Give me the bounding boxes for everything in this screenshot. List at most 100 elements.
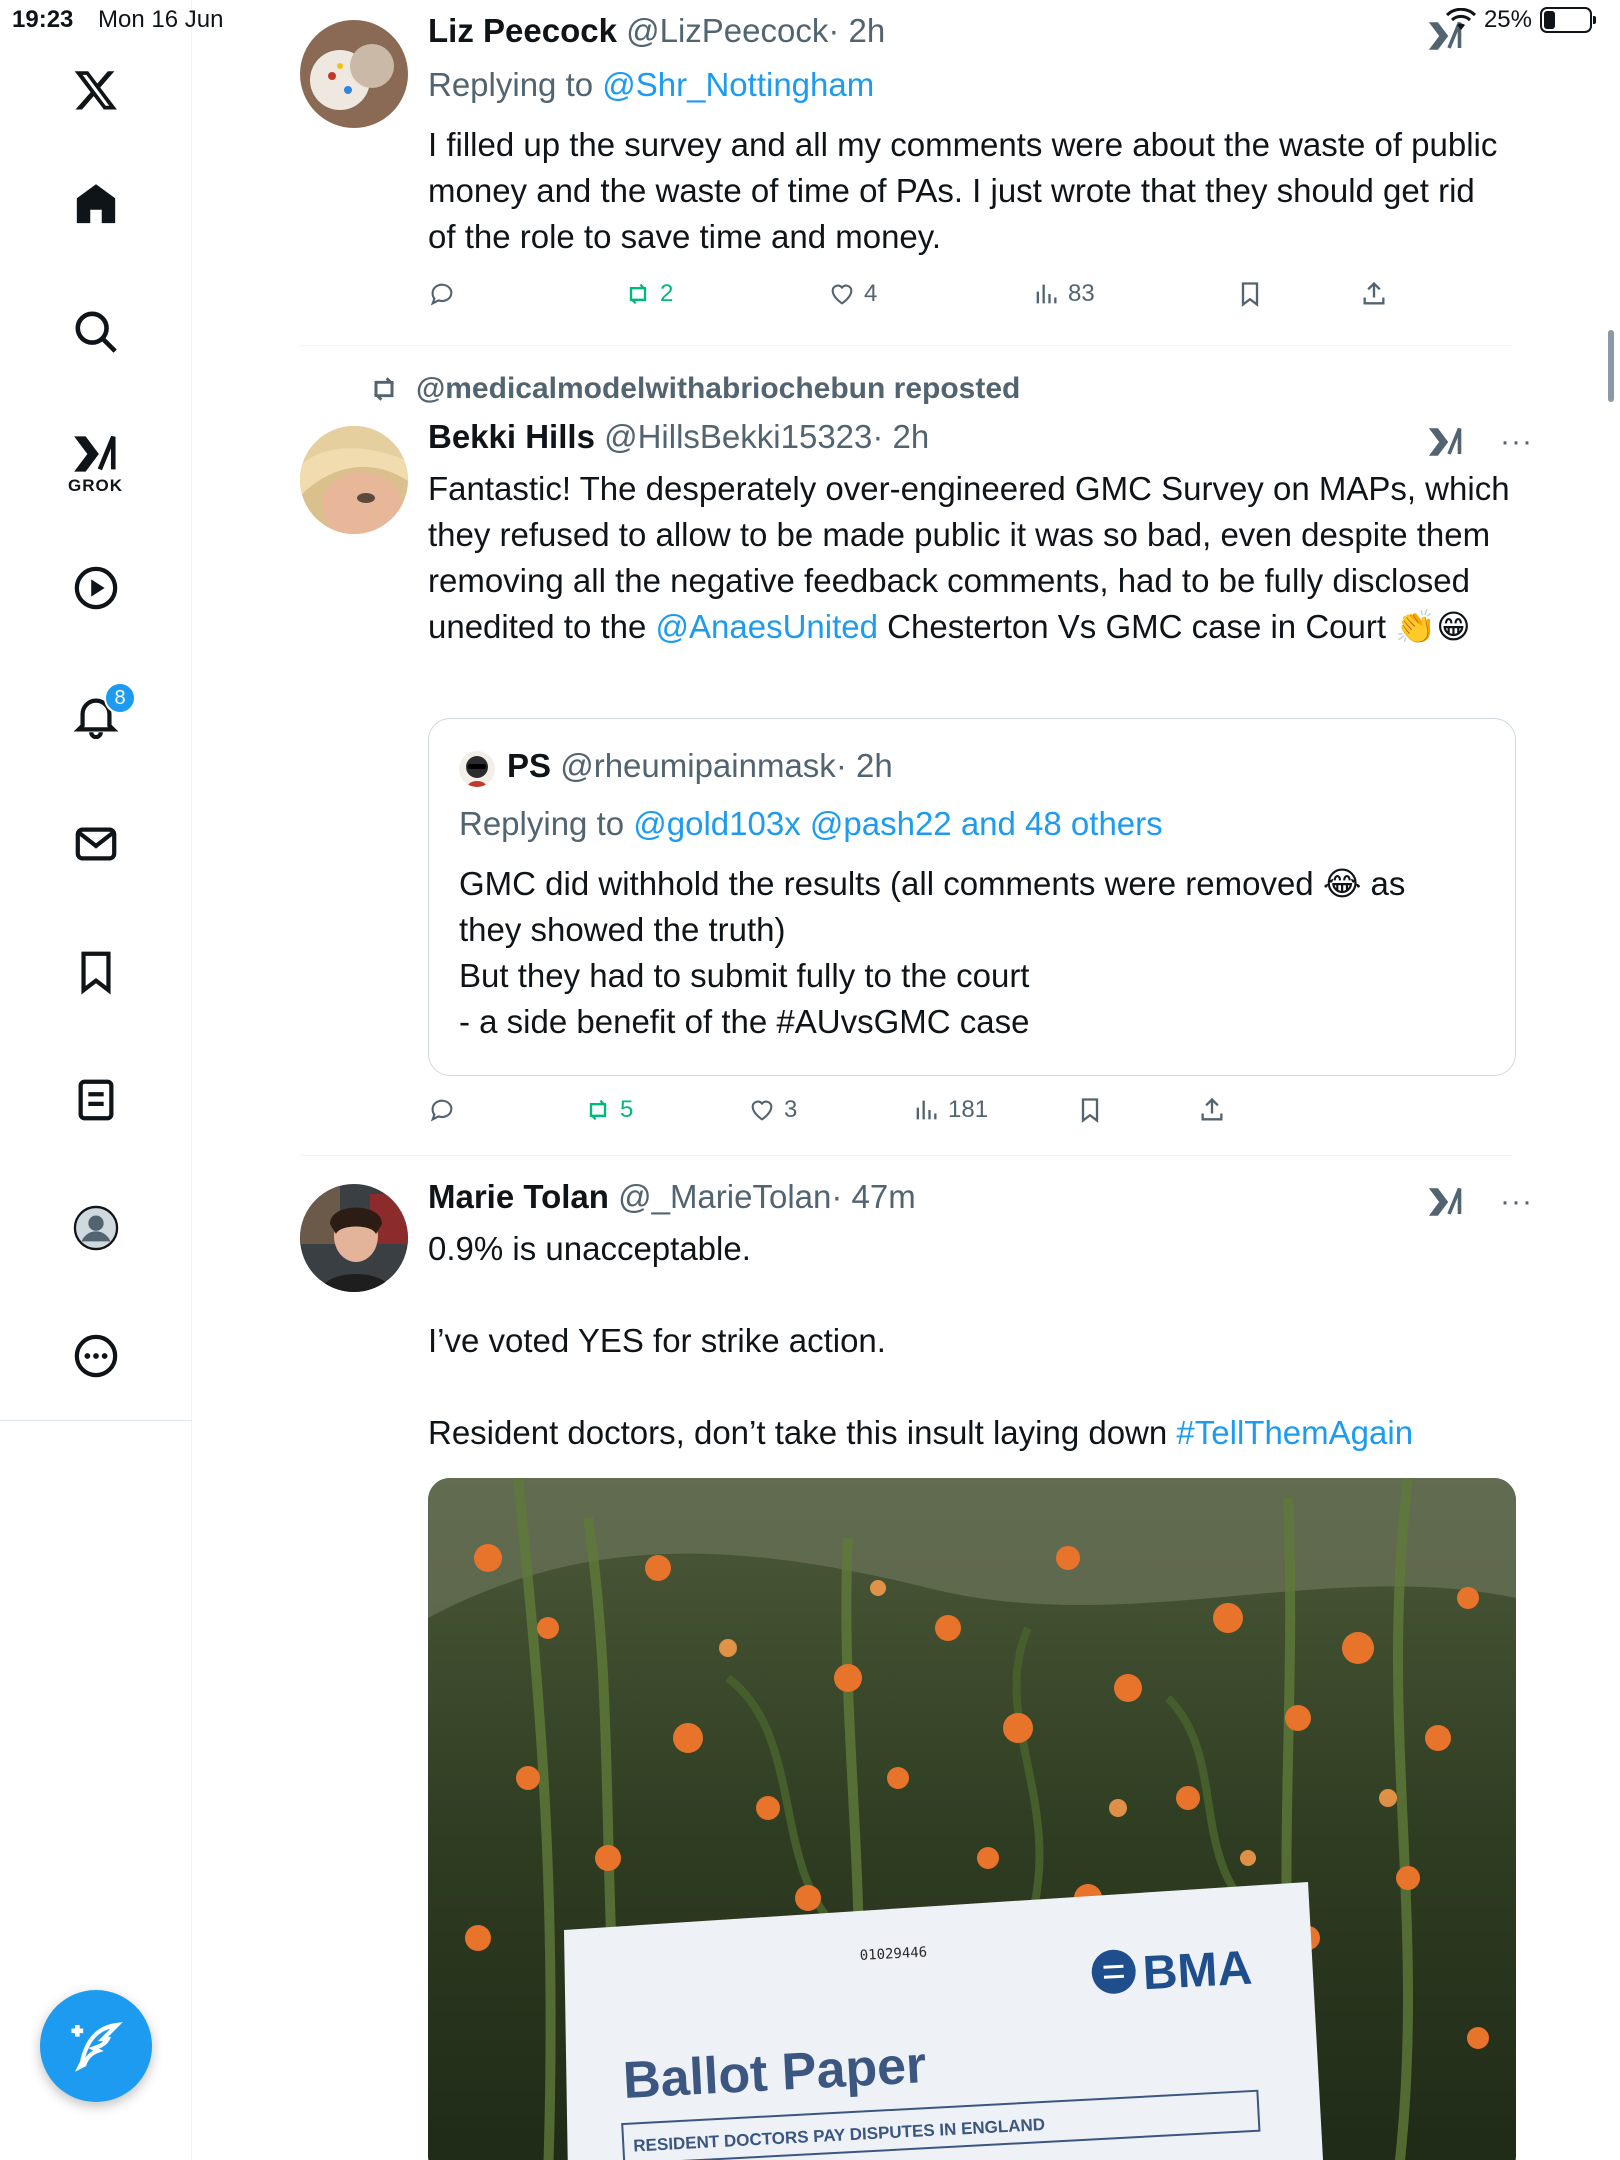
like-button[interactable]: 4 bbox=[828, 280, 877, 308]
tweet-header: Marie Tolan @_MarieTolan· 47m bbox=[428, 1178, 916, 1216]
reply-icon bbox=[430, 1099, 453, 1122]
reply-to-line: Replying to @Shr_Nottingham bbox=[428, 66, 874, 104]
scrollbar[interactable] bbox=[1608, 330, 1614, 402]
battery-percent: 25% bbox=[1483, 6, 1532, 33]
grok-small-icon[interactable] bbox=[1428, 424, 1464, 460]
reply-button[interactable] bbox=[428, 1096, 456, 1124]
profile-icon[interactable] bbox=[60, 1192, 132, 1264]
bookmark-button[interactable] bbox=[1236, 280, 1264, 308]
search-icon[interactable] bbox=[60, 296, 132, 368]
status-time: 19:23 bbox=[12, 6, 74, 33]
quote-text-line: GMC did withhold the results (all commen… bbox=[459, 865, 1406, 948]
quote-header: PS @rheumipainmask· 2h bbox=[507, 747, 893, 785]
tweet-text-line: 0.9% is unacceptable. bbox=[428, 1230, 751, 1267]
home-icon[interactable] bbox=[60, 168, 132, 240]
garden-photo: 01029446 BMA Ballot Paper RESIDENT DOCTO… bbox=[428, 1478, 1516, 2160]
tweet-actions: 2 4 83 bbox=[428, 280, 1518, 312]
views-button[interactable]: 181 bbox=[912, 1096, 988, 1124]
author-handle[interactable]: @HillsBekki15323 bbox=[604, 418, 872, 455]
heart-icon bbox=[831, 284, 853, 305]
status-bar: 19:23 Mon 16 Jun 25% bbox=[0, 0, 1620, 40]
tweet-top-icons: ··· bbox=[1428, 424, 1533, 460]
compose-button[interactable] bbox=[40, 1990, 152, 2102]
reply-button[interactable] bbox=[428, 280, 456, 308]
timeline-feed: Liz Peecock @LizPeecock· 2h Replying to … bbox=[192, 0, 1620, 2160]
tweet-divider bbox=[300, 1155, 1512, 1156]
tweet-actions: 5 3 181 bbox=[428, 1096, 1428, 1128]
share-icon bbox=[1201, 1097, 1223, 1121]
tweet-time[interactable]: · 47m bbox=[831, 1178, 915, 1215]
avatar[interactable] bbox=[300, 426, 408, 534]
views-count: 181 bbox=[948, 1096, 989, 1123]
messages-icon[interactable] bbox=[60, 808, 132, 880]
views-count: 83 bbox=[1068, 280, 1095, 307]
repost-count: 2 bbox=[660, 280, 674, 307]
quote-author-handle: @rheumipainmask bbox=[560, 747, 836, 784]
views-icon bbox=[1036, 284, 1057, 304]
battery-icon bbox=[1540, 7, 1596, 33]
notifications-badge: 8 bbox=[104, 682, 136, 714]
repost-icon bbox=[589, 1099, 607, 1121]
tweet-text-line: Resident doctors, don’t take this insult… bbox=[428, 1414, 1177, 1451]
views-button[interactable]: 83 bbox=[1032, 280, 1095, 308]
reply-to-link[interactable]: @Shr_Nottingham bbox=[602, 66, 874, 103]
sidebar: GROK 8 bbox=[0, 0, 192, 2160]
repost-context-text: @medicalmodelwithabriochebun reposted bbox=[416, 372, 1021, 405]
repost-context-icon bbox=[373, 377, 395, 401]
like-button[interactable]: 3 bbox=[748, 1096, 797, 1124]
reply-icon bbox=[430, 283, 453, 306]
tweet-text-part: Chesterton Vs GMC case in Court 👏😁 bbox=[878, 608, 1471, 645]
views-icon bbox=[916, 1100, 937, 1120]
tweet-divider bbox=[300, 345, 1512, 346]
tweet-text-line: I’ve voted YES for strike action. bbox=[428, 1322, 886, 1359]
more-icon[interactable]: ··· bbox=[1500, 1185, 1533, 1219]
tweet-text: Fantastic! The desperately over-engineer… bbox=[428, 466, 1518, 650]
compose-feather-icon bbox=[71, 2022, 123, 2072]
more-options-icon[interactable] bbox=[60, 1320, 132, 1392]
quote-text-line: - a side benefit of the #AUvsGMC case bbox=[459, 1003, 1030, 1040]
bma-logo-text: BMA bbox=[1141, 1942, 1253, 2001]
like-count: 4 bbox=[864, 280, 878, 307]
quote-text-line: But they had to submit fully to the cour… bbox=[459, 957, 1030, 994]
quote-author-name: PS bbox=[507, 747, 552, 784]
grok-label: GROK bbox=[68, 476, 123, 495]
sidebar-divider bbox=[0, 1420, 192, 1421]
avatar[interactable] bbox=[300, 1184, 408, 1292]
repost-count: 5 bbox=[620, 1096, 634, 1123]
quote-avatar[interactable] bbox=[459, 751, 495, 787]
repost-button[interactable]: 2 bbox=[624, 280, 673, 308]
quote-reply-prefix: Replying to bbox=[459, 805, 634, 842]
tweet-time[interactable]: · 2h bbox=[872, 418, 929, 455]
tweet-media-image[interactable]: 01029446 BMA Ballot Paper RESIDENT DOCTO… bbox=[428, 1478, 1516, 2160]
author-name[interactable]: Bekki Hills bbox=[428, 418, 595, 455]
grok-small-icon[interactable] bbox=[1428, 1184, 1464, 1220]
quoted-tweet[interactable]: PS @rheumipainmask· 2h Replying to @gold… bbox=[428, 718, 1516, 1076]
bookmark-icon bbox=[1241, 282, 1259, 307]
author-name[interactable]: Marie Tolan bbox=[428, 1178, 609, 1215]
hashtag-link[interactable]: #TellThemAgain bbox=[1176, 1414, 1413, 1451]
bookmark-icon bbox=[1081, 1098, 1099, 1123]
share-button[interactable] bbox=[1360, 280, 1388, 308]
author-handle[interactable]: @_MarieTolan bbox=[618, 1178, 831, 1215]
quote-text: GMC did withhold the results (all commen… bbox=[459, 861, 1459, 1045]
repost-button[interactable]: 5 bbox=[584, 1096, 633, 1124]
lists-icon[interactable] bbox=[60, 1064, 132, 1136]
status-right: 25% bbox=[1445, 6, 1596, 34]
more-icon[interactable]: ··· bbox=[1500, 425, 1533, 459]
heart-icon bbox=[751, 1100, 773, 1121]
quote-reply-line: Replying to @gold103x @pash22 and 48 oth… bbox=[459, 805, 1163, 843]
video-icon[interactable] bbox=[60, 552, 132, 624]
repost-context[interactable]: @medicalmodelwithabriochebun reposted bbox=[368, 372, 1020, 406]
bookmark-button[interactable] bbox=[1076, 1096, 1104, 1124]
share-button[interactable] bbox=[1198, 1096, 1226, 1124]
ballot-paper: 01029446 BMA Ballot Paper RESIDENT DOCTO… bbox=[564, 1882, 1324, 2160]
like-count: 3 bbox=[784, 1096, 798, 1123]
quote-time: · 2h bbox=[835, 747, 893, 784]
bookmarks-icon[interactable] bbox=[60, 936, 132, 1008]
mention-link[interactable]: @AnaesUnited bbox=[656, 608, 878, 645]
quote-reply-to[interactable]: @gold103x @pash22 and 48 others bbox=[633, 805, 1162, 842]
wifi-icon bbox=[1445, 8, 1476, 30]
x-logo-icon[interactable] bbox=[60, 54, 132, 126]
share-icon bbox=[1363, 281, 1385, 305]
tweet-text-line: I filled up the survey and all my commen… bbox=[428, 126, 1498, 255]
